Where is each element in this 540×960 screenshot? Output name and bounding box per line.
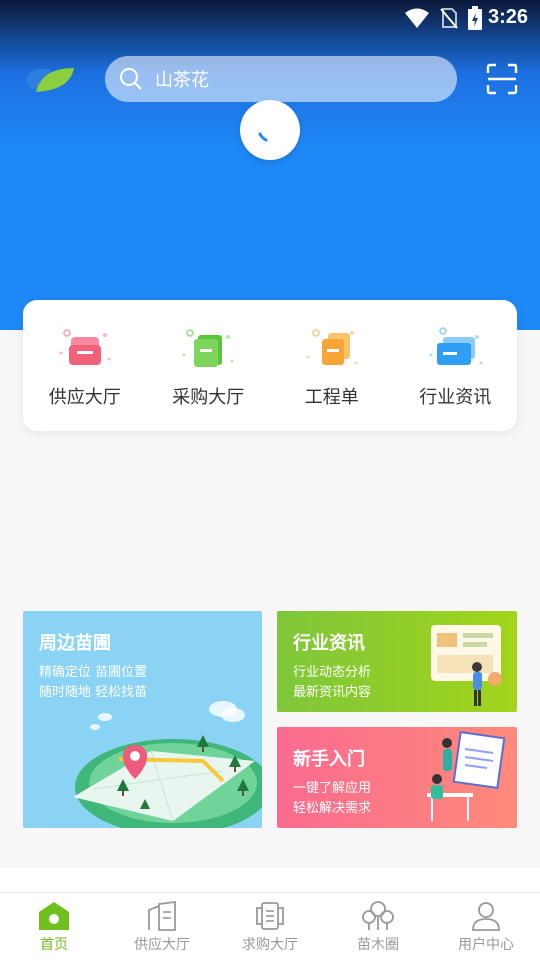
loading-spinner <box>240 100 300 160</box>
tab-label: 求购大厅 <box>242 936 298 953</box>
category-card: 供应大厅 采购大厅 工程单 行业资讯 <box>23 300 517 431</box>
category-purchase-hall[interactable]: 采购大厅 <box>153 323 263 409</box>
category-industry-news[interactable]: 行业资讯 <box>400 323 510 409</box>
category-supply-hall[interactable]: 供应大厅 <box>30 323 140 409</box>
tab-user-center[interactable]: 用户中心 <box>432 893 540 960</box>
tab-label: 用户中心 <box>458 936 514 953</box>
tab-supply-hall[interactable]: 供应大厅 <box>108 893 216 960</box>
industry-news-tile[interactable]: 行业资讯 行业动态分析 最新资讯内容 <box>277 611 517 712</box>
search-bar[interactable]: 山茶花 <box>105 56 457 102</box>
document-icon <box>256 901 284 930</box>
purchase-hall-icon <box>182 328 234 367</box>
tab-purchase-hall[interactable]: 求购大厅 <box>216 893 324 960</box>
no-sim-icon <box>440 8 458 29</box>
status-bar: 3:26 <box>0 0 540 36</box>
map-illustration <box>73 701 262 828</box>
news-board-illustration <box>431 625 502 706</box>
home-icon <box>39 901 69 930</box>
building-icon <box>148 900 176 931</box>
tab-seedling-circle[interactable]: 苗木圈 <box>324 893 432 960</box>
beginner-guide-tile[interactable]: 新手入门 一键了解应用 轻松解决需求 <box>277 727 517 828</box>
user-icon <box>472 901 500 931</box>
trees-icon <box>362 900 394 930</box>
category-label: 工程单 <box>304 386 359 408</box>
search-input[interactable]: 山茶花 <box>155 66 209 92</box>
tab-label: 苗木圈 <box>357 936 399 953</box>
app-logo-icon <box>26 68 74 92</box>
wifi-icon <box>405 8 429 28</box>
tab-label: 供应大厅 <box>134 936 190 953</box>
category-label: 行业资讯 <box>419 386 492 408</box>
scan-icon[interactable] <box>486 63 518 95</box>
status-time: 3:26 <box>487 6 528 28</box>
classroom-illustration <box>427 731 506 821</box>
category-project-order[interactable]: 工程单 <box>277 323 387 409</box>
search-icon <box>120 68 142 90</box>
battery-icon <box>468 6 482 30</box>
project-order-icon <box>306 328 358 365</box>
nearby-nursery-tile[interactable]: 周边苗圃 精确定位 苗圃位置 随时随地 轻松找苗 <box>23 611 262 828</box>
industry-news-icon <box>429 326 483 365</box>
hero-banner <box>0 0 540 330</box>
supply-hall-icon <box>59 328 111 365</box>
bottom-tab-bar: 首页 供应大厅 求购大厅 苗木圈 用户中心 <box>0 892 540 960</box>
tab-label: 首页 <box>40 936 68 953</box>
tab-home[interactable]: 首页 <box>0 893 108 960</box>
category-label: 采购大厅 <box>172 386 245 408</box>
category-label: 供应大厅 <box>48 386 121 408</box>
bottom-strip <box>0 868 540 892</box>
